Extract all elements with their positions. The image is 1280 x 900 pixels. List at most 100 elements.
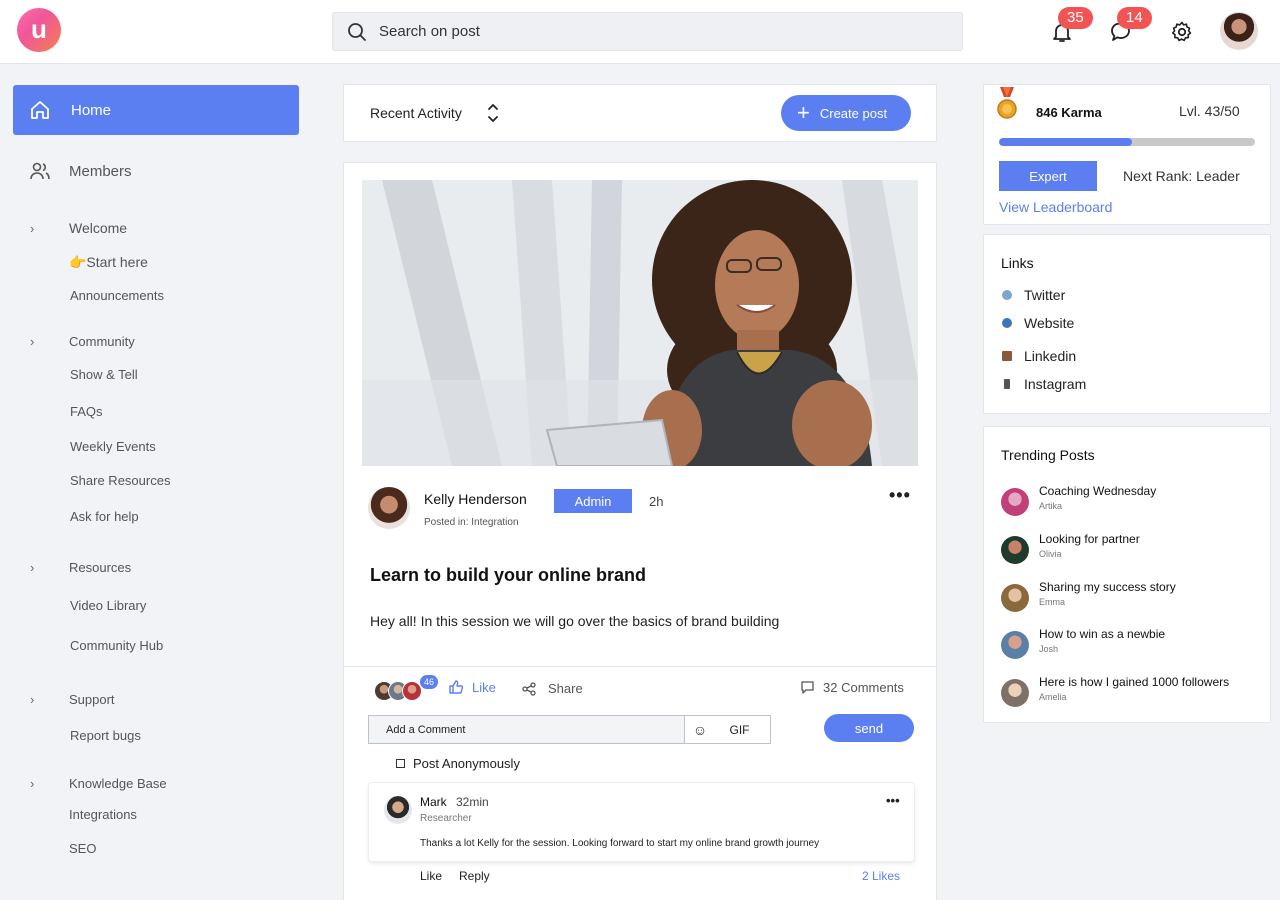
- trending-item[interactable]: Coaching Wednesday Artika: [1001, 484, 1261, 516]
- trending-avatar: [1001, 631, 1029, 659]
- sidebar-item-show-tell[interactable]: Show & Tell: [70, 367, 138, 382]
- commenter-name[interactable]: Mark: [420, 795, 447, 809]
- send-button[interactable]: send: [824, 714, 914, 742]
- sidebar-item-report-bugs[interactable]: Report bugs: [70, 728, 141, 743]
- divider: [344, 666, 936, 667]
- commenter-avatar[interactable]: [384, 796, 412, 824]
- sidebar-item-faqs[interactable]: FAQs: [70, 404, 103, 419]
- trending-item[interactable]: Looking for partner Olivia: [1001, 532, 1261, 564]
- trending-item-title: Sharing my success story: [1039, 580, 1176, 594]
- trending-item[interactable]: Sharing my success story Emma: [1001, 580, 1261, 612]
- next-rank-label: Next Rank: Leader: [1123, 168, 1240, 184]
- user-avatar[interactable]: [1220, 12, 1258, 50]
- karma-card: 846 Karma Lvl. 43/50 Expert Next Rank: L…: [983, 84, 1271, 225]
- trending-item-title: How to win as a newbie: [1039, 627, 1166, 641]
- feed-toolbar: Recent Activity + Create post: [343, 84, 937, 142]
- comment-likes-count[interactable]: 2 Likes: [862, 869, 900, 883]
- trending-title: Trending Posts: [1001, 447, 1095, 463]
- notifications-button[interactable]: 35: [1050, 7, 1093, 44]
- comment-card: Mark 32min Researcher ••• Thanks a lot K…: [368, 782, 915, 862]
- sidebar-group-welcome[interactable]: › Welcome: [30, 220, 127, 236]
- search-input[interactable]: [379, 23, 919, 40]
- messages-button[interactable]: 14: [1109, 7, 1152, 44]
- comment-icon: [801, 681, 814, 694]
- thumbs-up-icon: [449, 680, 464, 694]
- link-instagram[interactable]: Instagram: [1002, 376, 1086, 392]
- trending-item-author: Josh: [1039, 644, 1059, 654]
- reactors-stack[interactable]: 46: [374, 675, 439, 701]
- comment-composer: ☺ GIF: [368, 715, 771, 744]
- view-leaderboard-link[interactable]: View Leaderboard: [999, 199, 1112, 215]
- like-button[interactable]: Like: [448, 679, 496, 695]
- create-post-label: Create post: [819, 105, 888, 121]
- link-twitter[interactable]: Twitter: [1002, 287, 1065, 303]
- admin-badge: Admin: [554, 489, 632, 513]
- sort-label: Recent Activity: [370, 105, 462, 121]
- post-card: Kelly Henderson Admin 2h ••• Posted in: …: [343, 162, 937, 900]
- sidebar-item-members[interactable]: Members: [29, 160, 132, 182]
- link-label: Website: [1024, 315, 1075, 331]
- share-button[interactable]: Share: [522, 681, 583, 696]
- sidebar-group-resources[interactable]: › Resources: [30, 560, 131, 575]
- comment-timestamp: 32min: [456, 795, 489, 809]
- sort-toggle-icon[interactable]: [486, 101, 500, 125]
- post-anonymously-checkbox[interactable]: Post Anonymously: [396, 756, 520, 771]
- sidebar-item-seo[interactable]: SEO: [69, 841, 96, 856]
- emoji-icon[interactable]: ☺: [685, 716, 715, 743]
- trending-item-author: Emma: [1039, 597, 1066, 607]
- author-avatar[interactable]: [368, 487, 410, 529]
- settings-button[interactable]: [1170, 20, 1194, 44]
- link-label: Linkedin: [1024, 348, 1077, 364]
- trending-avatar: [1001, 536, 1029, 564]
- trending-item-author: Amelia: [1039, 692, 1067, 702]
- reactors-count: 46: [420, 675, 439, 689]
- author-name[interactable]: Kelly Henderson: [424, 491, 527, 507]
- comment-like-button[interactable]: Like: [420, 869, 442, 883]
- briefcase-icon: [1002, 351, 1012, 361]
- comment-text: Thanks a lot Kelly for the session. Look…: [420, 838, 820, 849]
- links-card: Links Twitter Website Linkedin Instagram: [983, 234, 1271, 414]
- trending-item[interactable]: How to win as a newbie Josh: [1001, 627, 1261, 659]
- link-label: Instagram: [1024, 376, 1087, 392]
- comments-count-link[interactable]: 32 Comments: [800, 680, 904, 695]
- search-icon: [348, 22, 366, 41]
- comment-input[interactable]: [369, 716, 685, 743]
- trending-item[interactable]: Here is how I gained 1000 followers Amel…: [1001, 675, 1261, 707]
- sidebar-item-video-library[interactable]: Video Library: [70, 598, 146, 613]
- posted-in[interactable]: Posted in: Integration: [424, 517, 519, 528]
- trending-item-title: Coaching Wednesday: [1039, 484, 1157, 498]
- chevron-right-icon: ›: [30, 334, 35, 349]
- create-post-button[interactable]: + Create post: [781, 95, 911, 131]
- sidebar-group-support[interactable]: › Support: [30, 692, 115, 707]
- sidebar-item-weekly-events[interactable]: Weekly Events: [70, 439, 156, 454]
- sidebar-group-label: Community: [69, 334, 135, 349]
- sidebar-item-ask-for-help[interactable]: Ask for help: [70, 509, 139, 524]
- comment-reply-button[interactable]: Reply: [459, 869, 490, 883]
- trending-item-author: Artika: [1039, 501, 1063, 511]
- comment-more-options-icon[interactable]: •••: [886, 793, 900, 808]
- sidebar-item-share-resources[interactable]: Share Resources: [70, 473, 170, 488]
- level-label: Lvl. 43/50: [1179, 103, 1240, 119]
- sidebar-group-knowledge-base[interactable]: › Knowledge Base: [30, 776, 167, 791]
- sidebar-item-home[interactable]: Home: [13, 85, 299, 135]
- sidebar-item-integrations[interactable]: Integrations: [69, 807, 137, 822]
- link-label: Twitter: [1024, 287, 1066, 303]
- top-bar: u 35 14: [0, 0, 1280, 64]
- search-bar[interactable]: [332, 12, 963, 51]
- link-website[interactable]: Website: [1002, 315, 1074, 331]
- sidebar-item-start-here[interactable]: 👉Start here: [69, 254, 148, 271]
- more-options-icon[interactable]: •••: [889, 485, 911, 506]
- post-image: [362, 180, 918, 466]
- trending-avatar: [1001, 488, 1029, 516]
- sidebar-item-announcements[interactable]: Announcements: [70, 288, 164, 303]
- post-timestamp: 2h: [649, 494, 664, 509]
- like-label: Like: [472, 679, 496, 695]
- sidebar-item-community-hub[interactable]: Community Hub: [70, 638, 163, 653]
- karma-label: 846 Karma: [1036, 105, 1102, 120]
- link-linkedin[interactable]: Linkedin: [1002, 348, 1076, 364]
- chevron-right-icon: ›: [30, 560, 35, 575]
- users-icon: [30, 162, 50, 180]
- gif-button[interactable]: GIF: [715, 716, 770, 743]
- app-logo[interactable]: u: [17, 8, 61, 52]
- sidebar-group-community[interactable]: › Community: [30, 334, 135, 349]
